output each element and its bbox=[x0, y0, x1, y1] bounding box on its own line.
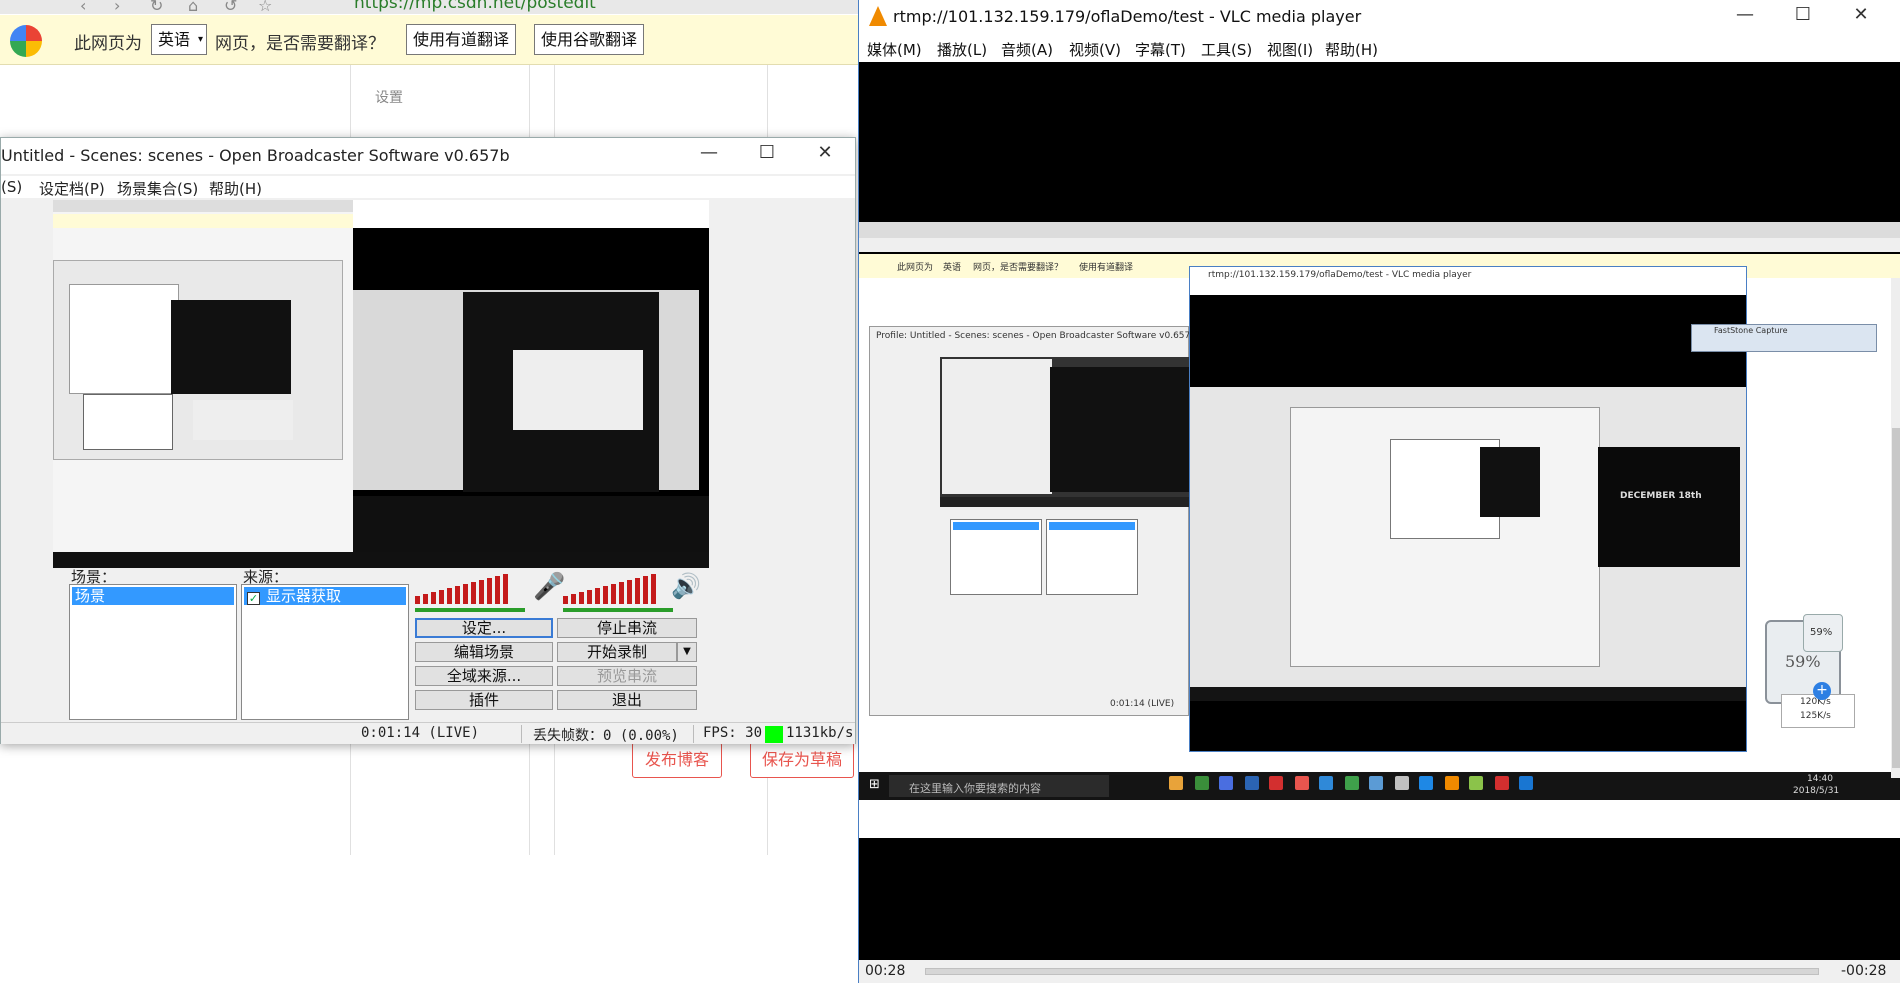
movie-poster-text: DECEMBER 18th bbox=[1620, 491, 1702, 501]
source-item[interactable]: ✓ 显示器获取 bbox=[244, 587, 406, 605]
vlc-menu-playback[interactable]: 播放(L) bbox=[937, 39, 987, 60]
video-scrollbar bbox=[1891, 278, 1900, 778]
vlc-menu-tools[interactable]: 工具(S) bbox=[1201, 39, 1252, 60]
maximize-icon[interactable]: ☐ bbox=[747, 142, 787, 163]
browser-navbar: ‹ › ↻ ⌂ ↺ ☆ https://mp.csdn.net/postedit bbox=[0, 0, 862, 14]
microphone-icon[interactable]: 🎤 bbox=[533, 572, 565, 602]
forward-icon[interactable]: › bbox=[114, 0, 120, 14]
scene-item[interactable]: 场景 bbox=[72, 587, 234, 605]
translate-language-select[interactable]: 英语 ▾ bbox=[151, 24, 208, 55]
preview-taskbar bbox=[53, 552, 709, 568]
translate-suffix: 网页，是否需要翻译？ bbox=[215, 34, 385, 54]
obs-menu-scene-collection[interactable]: 场景集合(S) bbox=[117, 178, 198, 199]
close-icon[interactable]: ✕ bbox=[805, 142, 845, 163]
vlc-logo-icon bbox=[869, 6, 887, 26]
vlc-menu-view[interactable]: 视图(I) bbox=[1267, 39, 1313, 60]
windows-start-icon: ⊞ bbox=[869, 777, 880, 792]
obs-preview bbox=[53, 200, 709, 568]
bitrate-readout: 1131kb/s bbox=[786, 725, 854, 741]
desktop-volume-meter[interactable] bbox=[563, 574, 679, 604]
back-icon[interactable]: ‹ bbox=[80, 0, 86, 14]
stream-time: 0:01:14 (LIVE) bbox=[361, 725, 480, 741]
scenes-list[interactable]: 场景 bbox=[69, 584, 237, 720]
settings-button[interactable]: 设定... bbox=[415, 618, 553, 638]
speaker-icon[interactable]: 🔊 bbox=[671, 572, 701, 600]
exit-button[interactable]: 退出 bbox=[557, 690, 697, 710]
vlc-menubar: 媒体(M) 播放(L) 音频(A) 视频(V) 字幕(T) 工具(S) 视图(I… bbox=[859, 34, 1900, 62]
edit-scene-button[interactable]: 编辑场景 bbox=[415, 642, 553, 662]
youdao-translate-button[interactable]: 使用有道翻译 bbox=[406, 24, 517, 55]
elapsed-time: 00:28 bbox=[865, 963, 906, 979]
vlc-window: rtmp://101.132.159.179/oflaDemo/test - V… bbox=[858, 0, 1900, 983]
preview-vlc-capture bbox=[353, 200, 709, 552]
obs-control-area: 场景： 场景 来源： ✓ 显示器获取 🎤 🔊 设定... 停止串流 编辑场景 开始… bbox=[1, 568, 855, 720]
mic-volume-meter[interactable] bbox=[415, 574, 531, 604]
video-faststone-toolbar: FastStone Capture bbox=[1691, 324, 1877, 352]
obs-statusbar: 0:01:14 (LIVE) 丢失帧数：0 (0.00%) FPS: 30 11… bbox=[1, 722, 855, 744]
preview-stream-button[interactable]: 预览串流 bbox=[557, 666, 697, 686]
obs-window-title: Untitled - Scenes: scenes - Open Broadca… bbox=[1, 146, 510, 165]
minimize-icon[interactable]: — bbox=[1725, 4, 1765, 25]
translate-bar: 此网页为 英语 ▾ 网页，是否需要翻译？ 使用有道翻译 使用谷歌翻译 bbox=[0, 15, 862, 65]
refresh-icon[interactable]: ↻ bbox=[150, 0, 163, 14]
minimize-icon[interactable]: — bbox=[689, 142, 729, 163]
obs-menubar: (S) 设定档(P) 场景集合(S) 帮助(H) bbox=[1, 176, 855, 198]
close-icon[interactable]: ✕ bbox=[1841, 4, 1881, 25]
star-icon[interactable]: ☆ bbox=[258, 0, 272, 14]
settings-label: 设置 bbox=[375, 90, 403, 106]
vlc-menu-video[interactable]: 视频(V) bbox=[1069, 39, 1121, 60]
obs-window: Untitled - Scenes: scenes - Open Broadca… bbox=[0, 137, 856, 744]
desktop-level-bar bbox=[563, 608, 673, 612]
video-tabstrip bbox=[859, 222, 1900, 238]
vlc-seekbar-area: 00:28 -00:28 bbox=[859, 960, 1900, 983]
obs-menu-profiles[interactable]: 设定档(P) bbox=[39, 178, 105, 199]
mic-level-bar bbox=[415, 608, 525, 612]
google-translate-button[interactable]: 使用谷歌翻译 bbox=[534, 24, 645, 55]
maximize-icon[interactable]: ☐ bbox=[1783, 4, 1823, 25]
vlc-window-title: rtmp://101.132.159.179/oflaDemo/test - V… bbox=[893, 7, 1362, 26]
fps-readout: FPS: 30 bbox=[703, 725, 763, 741]
address-bar-url[interactable]: https://mp.csdn.net/postedit bbox=[354, 0, 596, 13]
dropdown-icon: ▾ bbox=[197, 34, 204, 45]
vlc-titlebar: rtmp://101.132.159.179/oflaDemo/test - V… bbox=[859, 0, 1900, 34]
video-navbar bbox=[859, 238, 1900, 252]
vlc-video-area[interactable]: 此网页为 英语 网页，是否需要翻译？ 使用有道翻译 Profile: Untit… bbox=[859, 62, 1900, 960]
vlc-menu-audio[interactable]: 音频(A) bbox=[1001, 39, 1053, 60]
obs-menu-item[interactable]: (S) bbox=[1, 178, 22, 196]
dropped-frames: 丢失帧数：0 (0.00%) bbox=[533, 728, 679, 744]
vlc-menu-help[interactable]: 帮助(H) bbox=[1325, 39, 1378, 60]
save-draft-button[interactable]: 保存为草稿 bbox=[750, 742, 854, 778]
preview-browser-capture bbox=[53, 200, 353, 552]
source-name: 显示器获取 bbox=[266, 587, 342, 605]
stop-stream-button[interactable]: 停止串流 bbox=[557, 618, 697, 638]
translate-prefix: 此网页为 bbox=[74, 34, 142, 54]
home-icon[interactable]: ⌂ bbox=[188, 0, 198, 14]
publish-blog-button[interactable]: 发布博客 bbox=[632, 742, 722, 778]
video-taskbar: ⊞ 在这里输入你要搜索的内容 14:40 2018/5/31 bbox=[859, 772, 1900, 800]
obs-titlebar: Untitled - Scenes: scenes - Open Broadca… bbox=[1, 138, 855, 174]
record-dropdown-icon[interactable]: ▼ bbox=[677, 642, 697, 662]
vlc-menu-media[interactable]: 媒体(M) bbox=[867, 39, 922, 60]
video-inner-obs: Profile: Untitled - Scenes: scenes - Ope… bbox=[869, 326, 1196, 716]
global-sources-button[interactable]: 全域来源... bbox=[415, 666, 553, 686]
sources-list[interactable]: ✓ 显示器获取 bbox=[241, 584, 409, 720]
bitrate-indicator bbox=[765, 726, 783, 743]
obs-menu-help[interactable]: 帮助(H) bbox=[209, 178, 262, 199]
remaining-time[interactable]: -00:28 bbox=[1841, 963, 1886, 979]
inner-speed-widget: 59% bbox=[1803, 614, 1843, 652]
vlc-menu-subtitle[interactable]: 字幕(T) bbox=[1135, 39, 1186, 60]
start-record-button[interactable]: 开始录制 bbox=[557, 642, 677, 662]
seek-slider[interactable] bbox=[925, 968, 1819, 975]
undo-icon[interactable]: ↺ bbox=[224, 0, 237, 14]
browser-logo-icon bbox=[10, 25, 42, 57]
source-checkbox[interactable]: ✓ bbox=[247, 592, 260, 605]
video-inner-vlc: rtmp://101.132.159.179/oflaDemo/test - V… bbox=[1189, 266, 1747, 752]
plugins-button[interactable]: 插件 bbox=[415, 690, 553, 710]
